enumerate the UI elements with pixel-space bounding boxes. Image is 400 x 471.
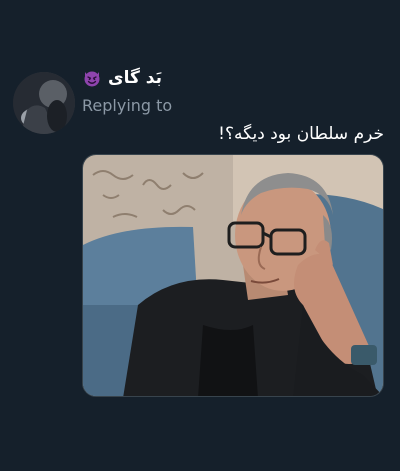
smiling-devil-icon — [82, 68, 102, 88]
avatar-photo — [13, 72, 75, 134]
tweet-text: خرم سلطان بود دیگه؟! — [218, 124, 384, 144]
tweet-reply: بَد گای Replying to خرم سلطان بود دیگه؟! — [0, 0, 400, 471]
display-name[interactable]: بَد گای — [108, 68, 162, 88]
meme-photo — [83, 155, 383, 396]
replying-to-label: Replying to — [82, 96, 173, 115]
tweet-header: بَد گای — [82, 66, 162, 90]
avatar[interactable] — [13, 72, 75, 134]
tweet-media[interactable] — [82, 154, 384, 397]
